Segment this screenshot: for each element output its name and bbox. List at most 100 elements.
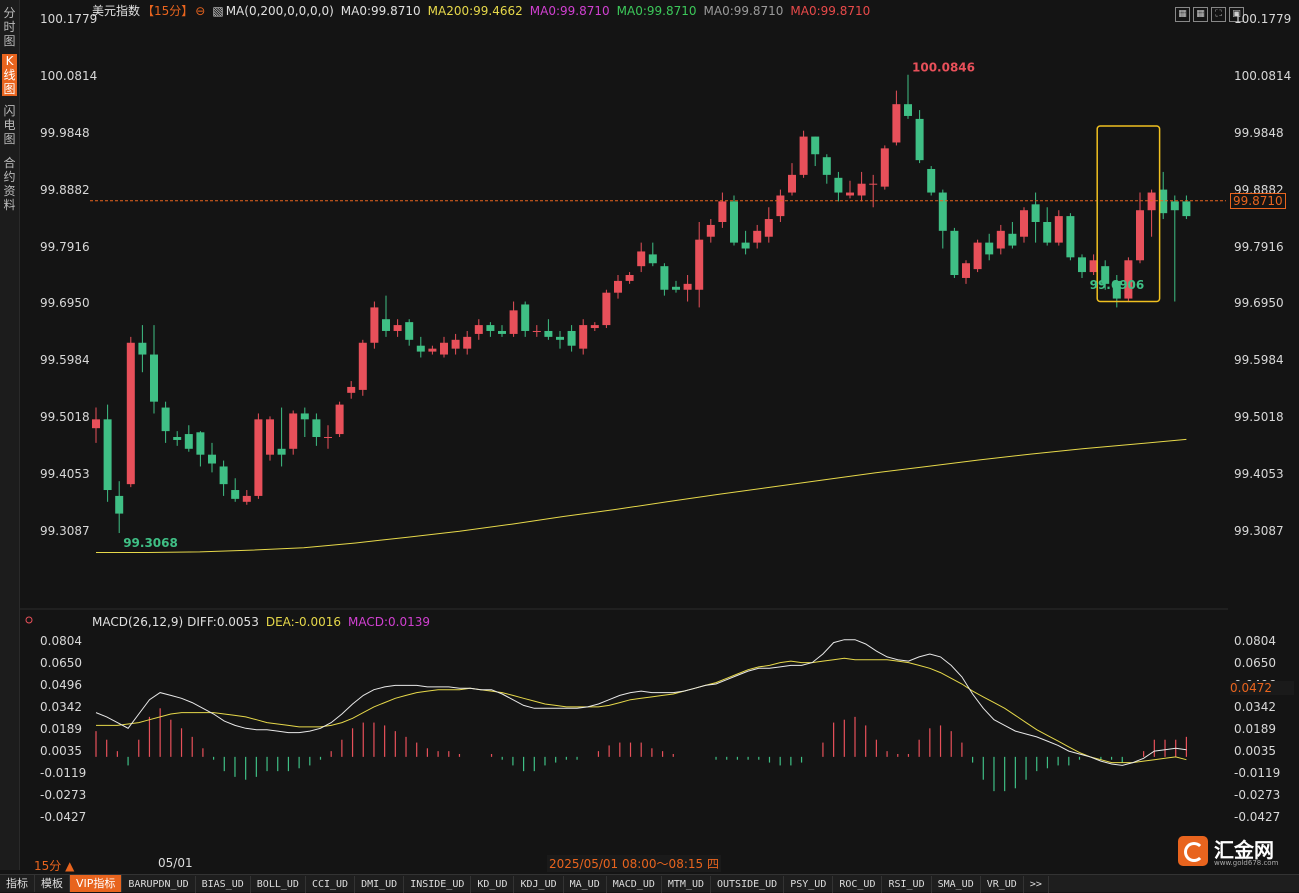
ma-values: MA0:99.8710 MA200:99.4662 MA0:99.8710 MA0:9… [341, 4, 878, 18]
candle-body [266, 419, 274, 455]
indicator-tab-18[interactable]: SMA_UD [932, 876, 981, 893]
indicator-tab-12[interactable]: MACD_UD [607, 876, 662, 893]
candle-body [718, 201, 727, 222]
tab-timeshare[interactable]: 分时图 [2, 6, 17, 48]
indicator-tab-2[interactable]: VIP指标 [70, 875, 123, 892]
price-tick-left: 100.0814 [40, 68, 98, 83]
price-tick-right: 100.0814 [1234, 68, 1292, 83]
candle-body [498, 330, 506, 334]
candle-body [834, 177, 843, 193]
candle-body [788, 174, 796, 193]
grid-icon[interactable]: ▦ [1175, 7, 1190, 22]
ma-icon[interactable]: ▧ [212, 4, 223, 18]
candle-body [486, 325, 495, 331]
price-chart[interactable]: 100.0846 99.3068 99.6906 [0, 0, 1299, 891]
settings-icon[interactable]: ⊖ [195, 4, 205, 18]
candle-body [648, 254, 657, 264]
indicator-tab-6[interactable]: CCI_UD [306, 876, 356, 893]
current-macd-label: 0.0472 [1230, 681, 1294, 696]
candle-body [1008, 233, 1017, 246]
candle-body [428, 348, 437, 352]
macd-tick-right: 0.0035 [1234, 743, 1276, 758]
price-tick-left: 99.3087 [40, 524, 90, 539]
fullscreen-icon[interactable]: ⛶ [1211, 7, 1226, 22]
price-tick-right: 99.6950 [1234, 296, 1284, 311]
tab-flash[interactable]: 闪电图 [2, 104, 17, 146]
indicator-tab-10[interactable]: KDJ_UD [514, 876, 564, 893]
candle-body [915, 118, 924, 161]
candle-body [161, 407, 170, 432]
dea-line [96, 657, 1187, 764]
candle-body [590, 325, 599, 329]
ma200-line [96, 438, 1187, 553]
price-tick-right: 99.3087 [1234, 524, 1284, 539]
candle-body [231, 490, 240, 499]
period-tag[interactable]: 【15分】 [142, 4, 193, 18]
symbol-name: 美元指数 [92, 4, 141, 18]
left-tab-bar: 分时图 K线图 闪电图 合约资料 [0, 0, 20, 870]
price-tick-left: 100.1779 [40, 12, 98, 26]
macd-tick-right: 0.0804 [1234, 634, 1276, 648]
period-indicator[interactable]: 15分 ▲ [34, 857, 74, 874]
candle-body [196, 432, 205, 455]
candle-body [614, 280, 622, 293]
low-label: 99.3068 [123, 536, 178, 550]
current-price-label: 99.8710 [1230, 192, 1286, 209]
candle-body [1020, 210, 1028, 237]
candle-body [544, 330, 553, 337]
ma-value-5: MA0:99.8710 [790, 4, 871, 18]
indicator-tab-17[interactable]: RSI_UD [882, 876, 932, 893]
candle-body [103, 419, 112, 491]
candle-body [556, 336, 564, 340]
candle-body [683, 283, 692, 290]
macd-tick-left: 0.0342 [40, 700, 82, 714]
candle-body [1089, 260, 1098, 273]
indicator-tab-5[interactable]: BOLL_UD [251, 876, 306, 893]
high-label: 100.0846 [912, 61, 975, 75]
candle-body [1112, 280, 1121, 299]
macd-settings-icon [25, 616, 33, 624]
tab-contract-info[interactable]: 合约资料 [2, 156, 17, 212]
candle-body [532, 330, 541, 332]
candle-body [985, 242, 994, 255]
candle-body [869, 183, 878, 185]
period-label: 15分 [34, 859, 62, 873]
indicator-tab-20[interactable]: >> [1024, 876, 1049, 893]
macd-tick-right: -0.0273 [1234, 787, 1281, 802]
candle-body [637, 251, 646, 267]
macd-tick-right: -0.0119 [1234, 765, 1281, 780]
candle-body [996, 230, 1005, 249]
candle-body [892, 104, 901, 143]
indicator-tab-9[interactable]: KD_UD [471, 876, 515, 893]
grid2-icon[interactable]: ▦ [1193, 7, 1208, 22]
macd-tick-right: 0.0650 [1234, 656, 1276, 670]
candle-body [857, 183, 866, 196]
candle-body [115, 495, 124, 514]
indicator-tab-8[interactable]: INSIDE_UD [404, 876, 472, 893]
indicator-tab-19[interactable]: VR_UD [981, 876, 1024, 893]
indicator-tab-11[interactable]: MA_UD [564, 876, 607, 893]
indicator-tab-1[interactable]: 模板 [35, 875, 70, 892]
candle-body [625, 275, 634, 281]
indicator-tab-4[interactable]: BIAS_UD [196, 876, 251, 893]
ma-value-2: MA0:99.8710 [529, 4, 610, 18]
price-tick-right: 100.1779 [1234, 12, 1292, 26]
indicator-tab-13[interactable]: MTM_UD [662, 876, 711, 893]
tab-kline[interactable]: K线图 [2, 54, 17, 96]
candle-body [962, 263, 970, 278]
indicator-tab-14[interactable]: OUTSIDE_UD [711, 876, 785, 893]
candle-body [393, 325, 402, 331]
candle-body [938, 192, 947, 231]
macd-value: MACD:0.0139 [348, 615, 431, 629]
indicator-tab-7[interactable]: DMI_UD [355, 876, 405, 893]
candle-body [602, 292, 611, 326]
ma-value-0: MA0:99.8710 [340, 4, 421, 18]
candle-body [440, 342, 448, 355]
indicator-tab-3[interactable]: BARUPDN_UD [122, 876, 196, 893]
indicator-tab-16[interactable]: ROC_UD [833, 876, 883, 893]
indicator-tab-0[interactable]: 指标 [0, 875, 35, 892]
indicator-tab-15[interactable]: PSY_UD [784, 876, 834, 893]
candle-body [1054, 216, 1063, 243]
candle-body [660, 266, 669, 290]
candle-body [695, 239, 704, 290]
